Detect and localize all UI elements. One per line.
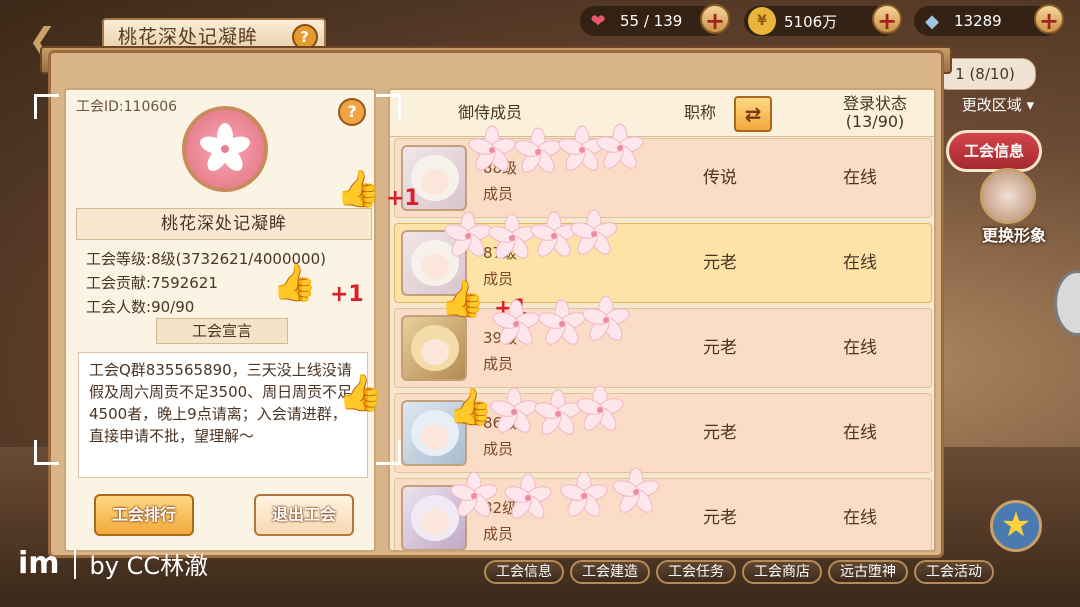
- bottom-nav: 工会信息 工会建造 工会任务 工会商店 远古堕神 工会活动: [484, 560, 994, 584]
- gold-counter: ¥ 5106万 +: [744, 4, 902, 36]
- guild-id: 工会ID:110606: [76, 99, 178, 115]
- cherry-blossom-icon: [200, 123, 250, 171]
- guild-members-label: 工会人数:: [86, 298, 152, 316]
- table-row[interactable]: 39级 成员 元老 在线: [394, 308, 932, 388]
- corner-bracket: [376, 94, 401, 119]
- crystal-counter: ◆ 13289 +: [914, 4, 1064, 36]
- stamina-value: 55 / 139: [620, 12, 683, 30]
- guild-rank-button[interactable]: 工会排行: [94, 494, 194, 536]
- change-look-button[interactable]: 更换形象: [982, 222, 1046, 246]
- watermark-divider: [73, 548, 76, 579]
- header-title: 职称: [683, 103, 716, 122]
- thumbs-up-icon: 👍: [440, 279, 485, 320]
- member-title: 元老: [703, 423, 737, 443]
- header-status-count: (13/90): [845, 112, 905, 131]
- nav-guild-build[interactable]: 工会建造: [570, 560, 650, 584]
- member-status: 在线: [843, 508, 877, 528]
- member-title: 传说: [703, 168, 737, 188]
- guild-level-label: 工会等级:: [86, 250, 152, 268]
- guild-contribution-value: 7592621: [151, 274, 218, 292]
- corner-bracket: [34, 94, 59, 119]
- watermark: im by CC林澈: [18, 546, 208, 581]
- plus-one-label: +1: [386, 186, 420, 211]
- member-status: 在线: [843, 338, 877, 358]
- member-title: 元老: [703, 508, 737, 528]
- star-icon[interactable]: ★: [990, 500, 1042, 552]
- nav-guild-tasks[interactable]: 工会任务: [656, 560, 736, 584]
- member-status: 在线: [843, 168, 877, 188]
- guild-emblem: [182, 106, 268, 192]
- watermark-text: by CC林澈: [89, 552, 209, 580]
- thumbs-up-icon: 👍: [272, 263, 317, 304]
- avatar: [401, 315, 467, 381]
- coin-icon: ¥: [748, 7, 776, 35]
- guild-members: 工会人数:90/90: [86, 296, 194, 317]
- member-status: 在线: [843, 253, 877, 273]
- nav-guild-events[interactable]: 工会活动: [914, 560, 994, 584]
- header-status-label: 登录状态: [842, 94, 907, 113]
- add-stamina-button[interactable]: +: [700, 4, 730, 35]
- cherry-blossom-icon: [490, 295, 632, 349]
- nav-guild-shop[interactable]: 工会商店: [742, 560, 822, 584]
- guild-contribution-label: 工会贡献:: [86, 274, 152, 292]
- manifesto-text: 工会Q群835565890，三天没上线没请假及周六周贡不足3500、周日周贡不足…: [78, 352, 368, 478]
- watermark-logo: im: [18, 546, 60, 581]
- help-icon[interactable]: ?: [338, 98, 366, 126]
- corner-bracket: [34, 440, 59, 465]
- add-gold-button[interactable]: +: [872, 4, 902, 35]
- cherry-blossom-icon: [448, 467, 662, 523]
- crystal-icon: ◆: [925, 10, 939, 32]
- manifesto-title: 工会宣言: [156, 318, 288, 344]
- change-region-dropdown[interactable]: 更改区域 ▾: [962, 94, 1034, 115]
- thumbs-up-icon: 👍: [338, 373, 383, 414]
- nav-ancient-fallen-gods[interactable]: 远古堕神: [828, 560, 908, 584]
- nav-guild-info[interactable]: 工会信息: [484, 560, 564, 584]
- corner-bracket: [376, 440, 401, 465]
- member-title: 元老: [703, 338, 737, 358]
- heart-icon: ❤: [590, 10, 606, 32]
- plus-one-label: +1: [330, 282, 364, 307]
- cherry-blossom-icon: [442, 209, 620, 263]
- header-status: 登录状态 (13/90): [820, 90, 930, 136]
- avatar[interactable]: [980, 168, 1036, 224]
- stamina-counter: ❤ 55 / 139 +: [580, 4, 730, 36]
- add-crystal-button[interactable]: +: [1034, 4, 1064, 35]
- crystal-value: 13289: [954, 12, 1002, 30]
- member-status: 在线: [843, 423, 877, 443]
- cherry-blossom-icon: [488, 385, 626, 439]
- leave-guild-button[interactable]: 退出工会: [254, 494, 354, 536]
- page-title: 桃花深处记凝眸: [118, 25, 259, 48]
- member-title: 元老: [703, 253, 737, 273]
- gold-value: 5106万: [784, 12, 838, 31]
- guild-info-card: 工会ID:110606 ? 桃花深处记凝眸 工会等级:8级(3732621/40…: [64, 88, 376, 552]
- top-bar: ❮ 桃花深处记凝眸 ? ❤ 55 / 139 + ¥ 5106万 + ◆ 132…: [0, 0, 1080, 58]
- swap-arrows-icon[interactable]: ⇄: [734, 96, 772, 132]
- thumbs-up-icon: 👍: [336, 169, 381, 210]
- cherry-blossom-icon: [466, 123, 646, 177]
- guild-name: 桃花深处记凝眸: [76, 208, 372, 240]
- guild-info-badge[interactable]: 工会信息: [946, 130, 1042, 172]
- guild-members-value: 90/90: [151, 298, 195, 316]
- guild-contribution: 工会贡献:7592621: [86, 272, 218, 293]
